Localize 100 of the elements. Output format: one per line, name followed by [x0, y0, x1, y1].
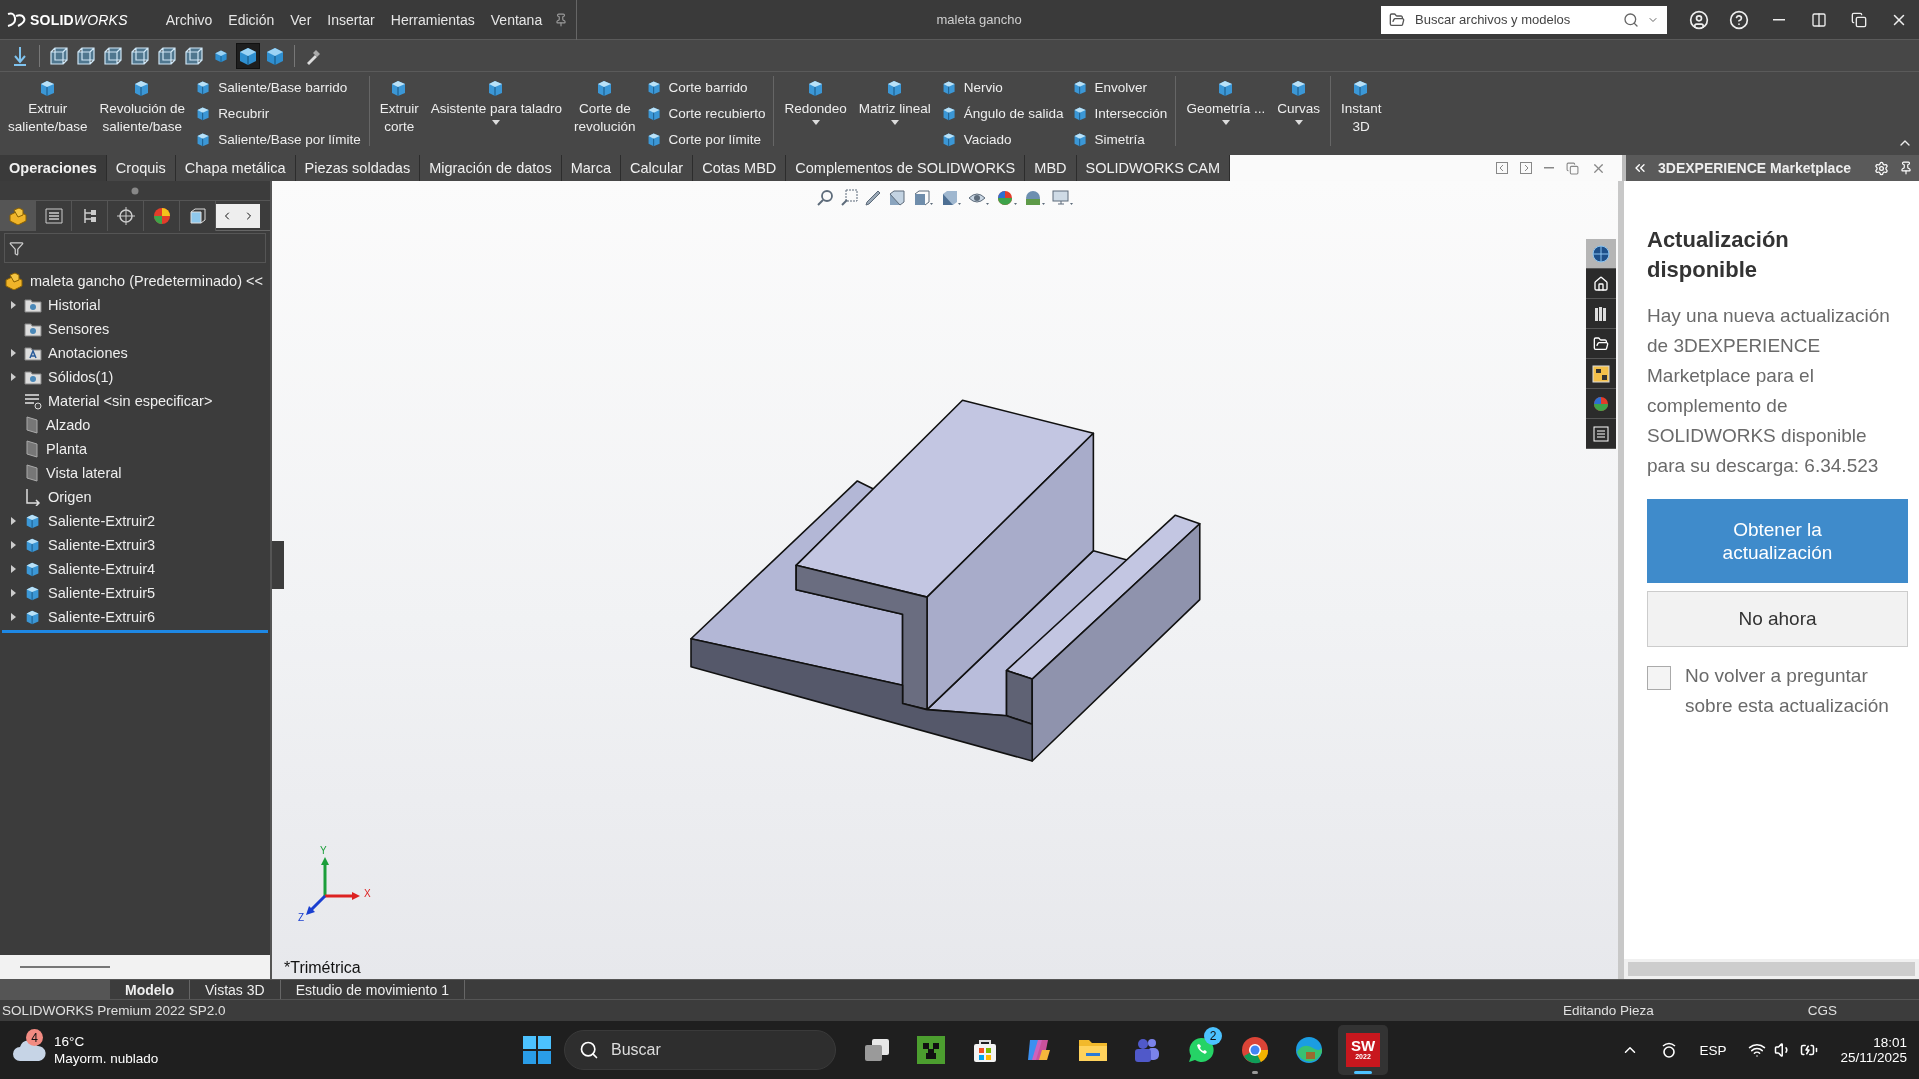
tree-item[interactable]: Saliente-Extruir2 — [48, 513, 156, 529]
ribbon-button[interactable]: Nervio — [940, 76, 1064, 99]
ribbon-button[interactable]: Revolución de saliente/base — [97, 76, 188, 152]
ribbon-button[interactable]: Redondeo — [782, 76, 849, 152]
tree-item[interactable]: Planta — [46, 441, 88, 457]
menu-item[interactable]: Ventana — [482, 11, 551, 28]
taskpane-tab[interactable] — [1586, 359, 1616, 389]
pin-icon[interactable] — [554, 12, 569, 27]
tree-item[interactable]: Saliente-Extruir6 — [48, 609, 156, 625]
menu-item[interactable]: Herramientas — [382, 11, 483, 28]
ribbon-button[interactable]: Intersección — [1071, 102, 1168, 125]
toolbar-button[interactable] — [236, 42, 260, 69]
input-language[interactable]: ESP — [1699, 1042, 1727, 1058]
taskbar-app-button[interactable]: 2 — [1176, 1025, 1226, 1075]
expand-arrow-icon[interactable] — [10, 565, 16, 573]
wifi-icon[interactable] — [1748, 1041, 1767, 1059]
menu-item[interactable]: Insertar — [319, 11, 383, 28]
search-field[interactable]: Buscar archivos y modelos — [1381, 5, 1667, 34]
unit-system[interactable]: CGS — [1805, 1003, 1839, 1018]
not-now-button[interactable]: No ahora — [1647, 591, 1908, 647]
ribbon-button[interactable]: Asistente para taladro — [428, 76, 565, 152]
taskpane-tab[interactable] — [1586, 299, 1616, 329]
ribbon-button[interactable]: Vaciado — [940, 128, 1064, 151]
expand-arrow-icon[interactable] — [10, 613, 16, 621]
ribbon-button[interactable]: Instant 3D — [1338, 76, 1384, 152]
ribbon-button[interactable]: Corte recubierto — [645, 102, 766, 125]
ribbon-button[interactable]: Recubrir — [195, 102, 361, 125]
ribbon-button[interactable]: Saliente/Base por límite — [195, 128, 361, 151]
settings-icon[interactable] — [1874, 160, 1889, 176]
zoom-area-icon[interactable] — [840, 189, 858, 207]
grip-dot-icon[interactable] — [131, 186, 139, 195]
get-update-button[interactable]: Obtener la actualización — [1647, 499, 1908, 583]
scroll-right-button[interactable] — [238, 203, 260, 228]
taskpane-tab[interactable] — [1586, 269, 1616, 299]
scroll-left-button[interactable] — [216, 203, 238, 228]
pencil-icon[interactable] — [864, 189, 882, 207]
ribbon-button[interactable]: Ángulo de salida — [940, 102, 1064, 125]
ribbon-button[interactable]: Matriz lineal — [856, 76, 933, 152]
tree-item[interactable]: Sólidos(1) — [48, 369, 114, 385]
tree-item[interactable]: Sensores — [48, 321, 110, 337]
clock-time[interactable]: 18:01 — [1873, 1035, 1907, 1050]
scene-sphere-icon[interactable] — [1024, 189, 1046, 207]
expand-arrow-icon[interactable] — [10, 589, 16, 597]
tree-item[interactable]: Historial — [48, 297, 101, 313]
ribbon-button[interactable]: Corte barrido — [645, 76, 766, 99]
manager-tab[interactable] — [108, 200, 144, 231]
taskpane-tab[interactable] — [1586, 329, 1616, 359]
ribbon-button[interactable]: Corte de revolución — [572, 76, 638, 152]
ribbon-button[interactable]: Extruir corte — [377, 76, 421, 152]
ribbon-button[interactable]: Geometría ... — [1184, 76, 1268, 152]
section-cube-icon[interactable] — [888, 189, 906, 207]
start-icon[interactable] — [522, 1035, 552, 1065]
ribbon-button[interactable]: Saliente/Base barrido — [195, 76, 361, 99]
ribbon-button[interactable]: Corte por límite — [645, 128, 766, 151]
tree-item[interactable]: Material <sin especificar> — [48, 393, 213, 409]
view-cube-icon[interactable] — [912, 189, 934, 207]
ribbon-button[interactable]: Envolver — [1071, 76, 1168, 99]
manager-tab[interactable] — [144, 200, 180, 231]
tree-item[interactable]: Saliente-Extruir3 — [48, 537, 156, 553]
tree-item[interactable]: Alzado — [46, 417, 91, 433]
ring-icon[interactable] — [1661, 1041, 1678, 1059]
manager-tab[interactable] — [72, 200, 108, 231]
shaded-cube-icon[interactable] — [940, 189, 962, 207]
tree-root[interactable]: maleta gancho (Predeterminado) << — [30, 273, 263, 289]
manager-tab[interactable] — [180, 200, 216, 231]
tree-item[interactable]: Origen — [48, 489, 92, 505]
search-input[interactable]: Buscar — [609, 1040, 809, 1060]
menu-item[interactable]: Ver — [282, 11, 320, 28]
expand-arrow-icon[interactable] — [10, 349, 16, 357]
checkbox[interactable] — [1647, 666, 1671, 690]
filter-field[interactable] — [4, 233, 266, 263]
manager-tab[interactable] — [36, 200, 72, 231]
expand-arrow-icon[interactable] — [10, 301, 16, 309]
color-sphere-icon[interactable] — [996, 189, 1018, 207]
ribbon-tab[interactable]: Operaciones — [0, 155, 107, 181]
ribbon-button[interactable]: Simetría — [1071, 128, 1168, 151]
manager-tab[interactable] — [0, 200, 36, 231]
expand-arrow-icon[interactable] — [10, 517, 16, 525]
expand-arrow-icon[interactable] — [10, 541, 16, 549]
ribbon-button[interactable]: Curvas — [1275, 76, 1322, 152]
tree-item[interactable]: Vista lateral — [46, 465, 122, 481]
expand-arrow-icon[interactable] — [10, 373, 16, 381]
zoom-icon[interactable] — [816, 189, 834, 207]
tree-item[interactable]: Saliente-Extruir4 — [48, 561, 156, 577]
menu-item[interactable]: Archivo — [157, 11, 221, 28]
splitter-handle[interactable] — [272, 541, 284, 589]
taskbar-search-field[interactable]: Buscar — [564, 1030, 836, 1070]
restore-icon[interactable] — [1566, 161, 1579, 175]
clock-date[interactable]: 25/11/2025 — [1840, 1050, 1907, 1065]
panel-left-icon[interactable] — [1496, 162, 1508, 174]
pin-icon[interactable] — [1899, 161, 1913, 175]
monitor-icon[interactable] — [1052, 189, 1074, 207]
menu-item[interactable]: Edición — [220, 11, 283, 28]
panel-right-icon[interactable] — [1520, 162, 1532, 174]
ribbon-button[interactable]: Extruir saliente/base — [6, 76, 90, 152]
tree-item[interactable]: Saliente-Extruir5 — [48, 585, 156, 601]
pixel-block-icon — [917, 1036, 945, 1064]
tree-item[interactable]: Anotaciones — [48, 345, 128, 361]
shaded-cube-icon — [238, 45, 258, 66]
horizontal-scrollbar[interactable] — [1624, 959, 1919, 979]
